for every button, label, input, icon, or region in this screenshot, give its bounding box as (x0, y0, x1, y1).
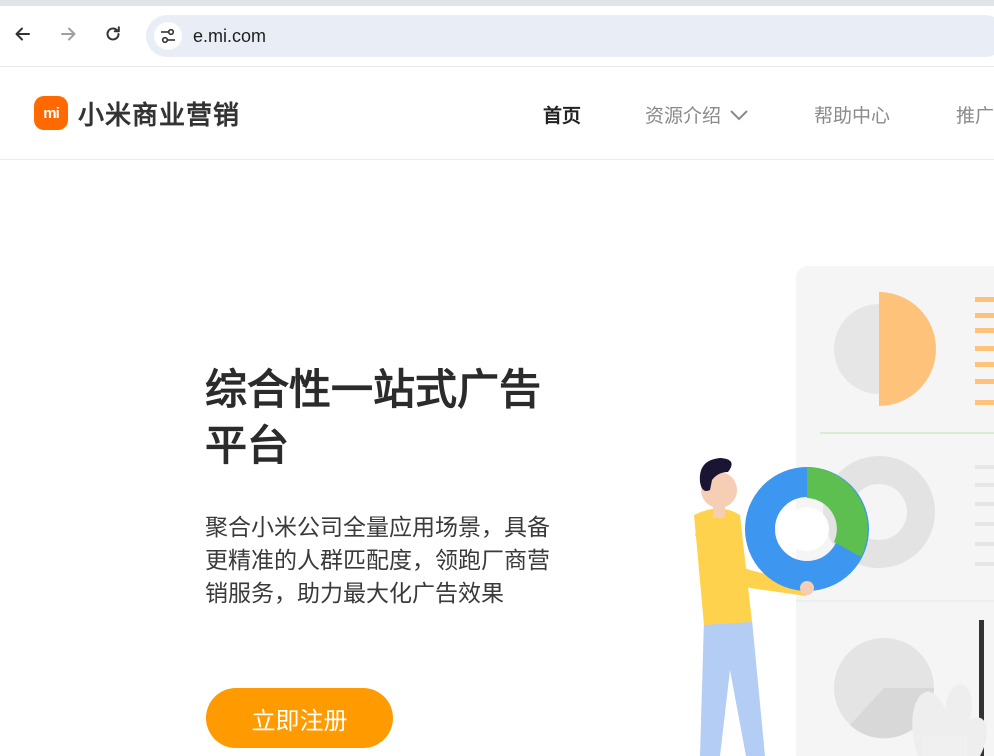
site-logo[interactable]: mi 小米商业营销 (34, 95, 240, 131)
nav-item-resources[interactable]: 资源介绍 (645, 101, 749, 128)
browser-toolbar: e.mi.com (0, 6, 994, 67)
site-settings-button[interactable] (154, 22, 182, 50)
legend-bar-gray (975, 522, 994, 526)
pants (700, 620, 765, 756)
legend-bar-gray (975, 483, 994, 487)
legend-bar (975, 346, 994, 351)
legend-bar (975, 328, 994, 333)
reload-icon (106, 26, 120, 41)
arrow-right-icon (61, 27, 76, 41)
legend-bar-gray (975, 542, 994, 546)
nav-item-resources-label: 资源介绍 (645, 105, 722, 127)
legend-bar-gray (975, 562, 994, 566)
register-button[interactable]: 立即注册 (206, 688, 393, 748)
legend-bar (975, 379, 994, 384)
back-button[interactable] (9, 20, 37, 48)
legend-bar-gray (975, 502, 994, 506)
hero-title: 综合性一站式广告平台 (205, 365, 542, 470)
legend-bar-gray (975, 465, 994, 469)
legend-bar (975, 313, 994, 318)
chevron-down-icon (730, 109, 748, 120)
nav-item-help[interactable]: 帮助中心 (814, 101, 890, 128)
nav-item-promote[interactable]: 推广 (956, 101, 994, 128)
site-header: mi 小米商业营销 首页 资源介绍 帮助中心 推广 (0, 67, 994, 160)
nav-item-home[interactable]: 首页 (543, 101, 581, 128)
legend-bar (975, 400, 994, 405)
arrow-left-icon (15, 27, 30, 41)
address-bar[interactable]: e.mi.com (146, 15, 994, 57)
forward-button[interactable] (54, 20, 82, 48)
legend-bar (975, 297, 994, 302)
hand (800, 581, 814, 595)
tune-icon (161, 28, 175, 44)
legend-bar (975, 362, 994, 367)
mi-logo-icon: mi (34, 96, 68, 130)
logo-text: 小米商业营销 (78, 100, 241, 131)
hero-illustration (694, 266, 994, 756)
url-text[interactable]: e.mi.com (193, 26, 266, 47)
hero-subtitle: 聚合小米公司全量应用场景，具备更精准的人群匹配度，领跑厂商营销服务，助力最大化广… (205, 515, 550, 607)
reload-button[interactable] (99, 20, 127, 48)
